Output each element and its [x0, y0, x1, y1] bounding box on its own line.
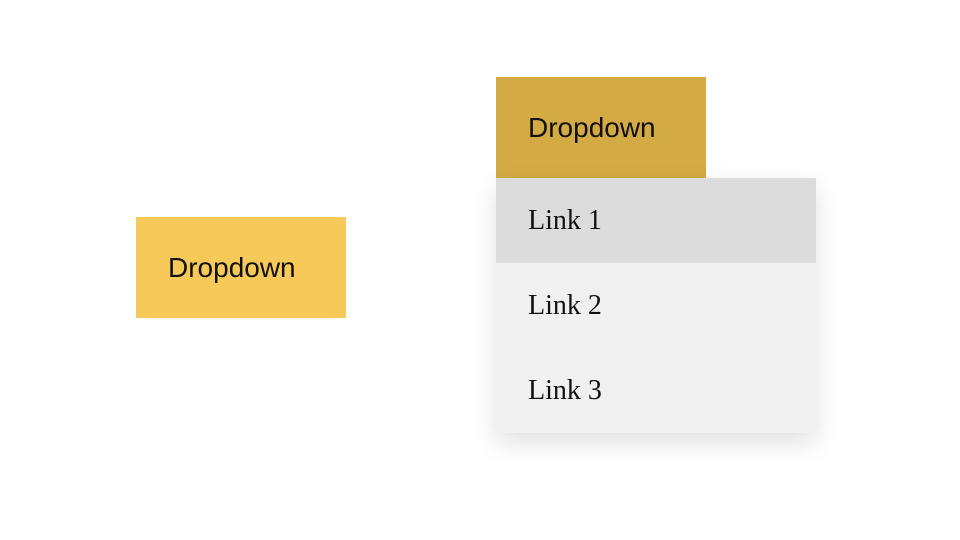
dropdown-link-1[interactable]: Link 1 [496, 178, 816, 263]
dropdown-menu: Link 1 Link 2 Link 3 [496, 178, 816, 433]
dropdown-button-closed[interactable]: Dropdown [136, 217, 346, 318]
dropdown-button-open[interactable]: Dropdown [496, 77, 706, 178]
dropdown-link-2[interactable]: Link 2 [496, 263, 816, 348]
dropdown-link-3[interactable]: Link 3 [496, 348, 816, 433]
